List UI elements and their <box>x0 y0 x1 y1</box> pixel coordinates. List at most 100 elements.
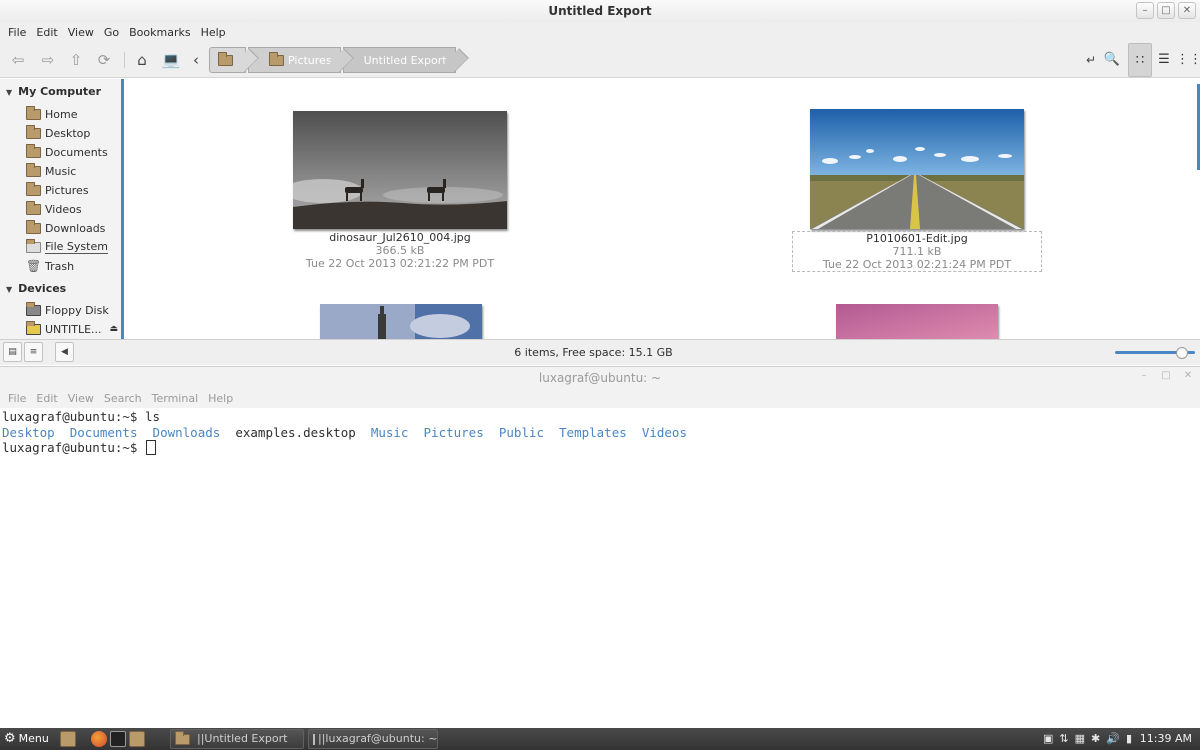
volume-icon <box>26 320 41 335</box>
sidebar-section-devices[interactable]: ▼ Devices <box>6 282 66 295</box>
sidebar-item-file-system[interactable]: File System <box>26 238 108 256</box>
ls-directory-entry: Public <box>498 424 544 440</box>
file-thumbnail-road[interactable] <box>810 109 1024 229</box>
sidebar-item-music[interactable]: Music <box>26 162 76 180</box>
sidebar-item-trash[interactable]: 🗑 Trash <box>26 257 74 275</box>
ls-directory-entry: Music <box>370 424 409 440</box>
sidebar-section-my-computer[interactable]: ▼ My Computer <box>6 85 101 98</box>
sidebar-item-videos[interactable]: Videos <box>26 200 82 218</box>
zoom-slider[interactable] <box>1115 347 1195 359</box>
minimize-button[interactable]: – <box>1136 2 1154 19</box>
sidebar-item-untitled-volume[interactable]: UNTITLE... ⏏ <box>26 320 121 338</box>
status-text: 6 items, Free space: 15.1 GB <box>514 346 673 359</box>
taskbar: ⚙ Menu ||Untitled Export ||luxagraf@ubun… <box>0 728 1200 750</box>
toggle-location-chevron-icon[interactable]: ‹ <box>186 50 206 70</box>
breadcrumb: Pictures Untitled Export <box>209 47 458 73</box>
home-folder-launcher-icon[interactable] <box>129 731 145 747</box>
icon-view-icon[interactable]: ∷ <box>1128 43 1152 77</box>
file-manager-titlebar[interactable]: Untitled Export – □ ✕ <box>0 0 1200 22</box>
menu-help[interactable]: Help <box>196 26 231 39</box>
menu-edit[interactable]: Edit <box>31 26 62 39</box>
terminal-titlebar[interactable]: luxagraf@ubuntu: ~ – □ ✕ <box>0 367 1200 389</box>
terminal-line: luxagraf@ubuntu:~$ <box>2 440 687 456</box>
firefox-launcher-icon[interactable] <box>91 731 107 747</box>
sidebar-item-downloads[interactable]: Downloads <box>26 219 105 237</box>
drive-icon <box>26 238 41 253</box>
file-manager-window: Untitled Export – □ ✕ File Edit View Go … <box>0 0 1200 365</box>
breadcrumb-root[interactable] <box>209 47 246 73</box>
battery-icon[interactable]: ▮ <box>1126 732 1132 745</box>
menu-file[interactable]: File <box>3 26 31 39</box>
computer-icon[interactable]: 💻 <box>161 50 181 70</box>
zoom-handle[interactable] <box>1176 347 1189 359</box>
home-icon[interactable]: ⌂ <box>132 50 152 70</box>
file-name: dinosaur_Jul2610_004.jpg <box>329 231 471 244</box>
search-icon[interactable]: 🔍 <box>1102 50 1122 70</box>
menu-bookmarks[interactable]: Bookmarks <box>124 26 195 39</box>
menu-search[interactable]: Search <box>99 392 147 405</box>
close-button[interactable]: ✕ <box>1178 2 1196 19</box>
menu-view[interactable]: View <box>63 26 99 39</box>
forward-arrow-icon[interactable]: ⇨ <box>38 50 58 70</box>
gear-icon: ⚙ <box>4 731 16 746</box>
sidebar-item-documents[interactable]: Documents <box>26 143 108 161</box>
maximize-button[interactable]: □ <box>1160 370 1172 381</box>
menu-view[interactable]: View <box>63 392 99 405</box>
location-entry-icon[interactable]: ↵ <box>1081 50 1101 70</box>
breadcrumb-untitled-export[interactable]: Untitled Export <box>342 47 456 73</box>
minimize-button[interactable]: – <box>1138 370 1150 381</box>
display-icon[interactable]: ▣ <box>1043 732 1053 745</box>
photo-thumbnail <box>283 111 507 229</box>
reload-icon[interactable]: ⟳ <box>94 50 114 70</box>
task-file-manager[interactable]: ||Untitled Export <box>170 729 304 749</box>
menu-file[interactable]: File <box>3 392 31 405</box>
breadcrumb-label: Untitled Export <box>363 53 447 67</box>
terminal-output[interactable]: luxagraf@ubuntu:~$ ls Desktop Documents D… <box>2 409 687 456</box>
terminal-launcher-icon[interactable] <box>110 731 126 747</box>
task-terminal[interactable]: ||luxagraf@ubuntu: ~ <box>308 729 438 749</box>
maximize-button[interactable]: □ <box>1157 2 1175 19</box>
clock[interactable]: 11:39 AM <box>1140 732 1192 745</box>
compact-view-icon[interactable]: ⋮⋮ <box>1176 43 1200 77</box>
ls-file-entry: examples.desktop <box>235 424 356 440</box>
volume-icon[interactable]: 🔊 <box>1106 732 1120 745</box>
bluetooth-icon[interactable]: ✱ <box>1091 732 1100 745</box>
file-item-caption[interactable]: dinosaur_Jul2610_004.jpg 366.5 kB Tue 22… <box>275 231 525 270</box>
menu-go[interactable]: Go <box>99 26 124 39</box>
up-arrow-icon[interactable]: ⇧ <box>66 50 86 70</box>
folder-icon <box>26 124 41 139</box>
folder-icon <box>175 730 190 745</box>
folder-icon <box>218 51 233 66</box>
sidebar-item-home[interactable]: Home <box>26 105 77 123</box>
file-thumbnail-tower[interactable] <box>320 304 482 339</box>
terminal-window: luxagraf@ubuntu: ~ – □ ✕ File Edit View … <box>0 366 1200 728</box>
folder-icon <box>269 51 284 66</box>
prompt: luxagraf@ubuntu:~$ <box>2 409 145 424</box>
file-thumbnail-antelope[interactable] <box>283 111 507 229</box>
task-label: ||luxagraf@ubuntu: ~ <box>318 732 438 745</box>
network-icon[interactable]: ⇅ <box>1059 732 1068 745</box>
ls-directory-entry: Desktop <box>2 424 55 440</box>
ls-directory-entry: Videos <box>641 424 687 440</box>
menu-edit[interactable]: Edit <box>31 392 62 405</box>
file-item-caption[interactable]: P1010601-Edit.jpg 711.1 kB Tue 22 Oct 20… <box>792 231 1042 272</box>
toolbar: ⇦ ⇨ ⇧ ⟳ ⌂ 💻 ‹ ↵ 🔍 <box>0 42 1200 78</box>
sidebar-item-desktop[interactable]: Desktop <box>26 124 90 142</box>
system-tray: ▣ ⇅ ▦ ✱ 🔊 ▮ <box>1043 732 1132 745</box>
back-arrow-icon[interactable]: ⇦ <box>8 50 28 70</box>
menu-help[interactable]: Help <box>203 392 238 405</box>
close-button[interactable]: ✕ <box>1182 370 1194 381</box>
floppy-icon <box>26 301 41 316</box>
list-view-icon[interactable]: ☰ <box>1152 43 1176 77</box>
file-size: 711.1 kB <box>892 245 942 258</box>
file-thumbnail-sunset[interactable] <box>836 304 998 339</box>
menu-terminal[interactable]: Terminal <box>147 392 204 405</box>
sidebar-item-floppy-disk[interactable]: Floppy Disk <box>26 301 109 319</box>
sidebar: ▼ My Computer Home Desktop Documents Musi… <box>0 79 124 339</box>
files-launcher-icon[interactable] <box>60 731 76 747</box>
sidebar-item-pictures[interactable]: Pictures <box>26 181 89 199</box>
breadcrumb-pictures[interactable]: Pictures <box>248 47 341 73</box>
start-menu-button[interactable]: ⚙ Menu <box>4 731 49 746</box>
eject-icon[interactable]: ⏏ <box>109 324 118 334</box>
calendar-icon[interactable]: ▦ <box>1075 732 1085 745</box>
